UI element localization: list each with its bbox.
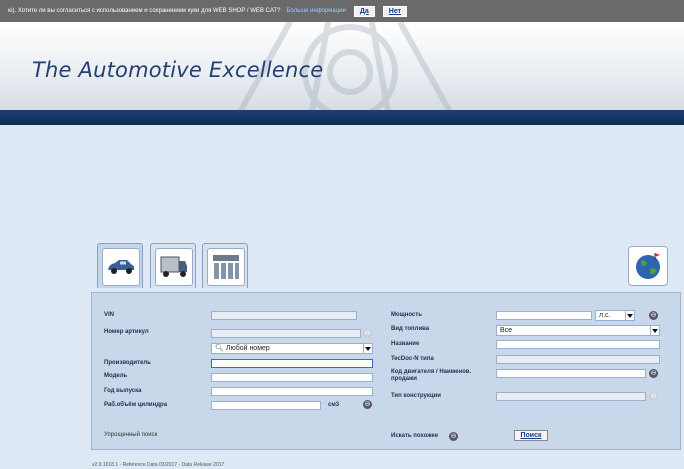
model-input[interactable] xyxy=(211,373,373,382)
engine-code-search-icon[interactable]: ⊖ xyxy=(649,369,658,378)
header-banner: The Automotive Excellence xyxy=(0,22,684,110)
tab-truck[interactable] xyxy=(150,243,196,288)
article-input[interactable] xyxy=(211,329,361,338)
truck-icon xyxy=(160,256,187,277)
construction-label: Тип конструкции xyxy=(391,393,441,399)
fuel-select[interactable]: Все xyxy=(496,325,660,336)
tecdoc-label: TecDoc-N типа xyxy=(391,356,434,362)
engine-code-label: Код двигателя / Наименов. продажи xyxy=(391,369,472,382)
power-unit-value: л.с. xyxy=(599,312,611,319)
model-label: Модель xyxy=(104,373,128,379)
displacement-search-icon[interactable]: ⊖ xyxy=(363,400,372,409)
fuel-label: Вид топлива xyxy=(391,326,430,332)
year-label: Год выпуска xyxy=(104,388,142,394)
article-type-value: Любой номер xyxy=(225,345,270,352)
globe-icon xyxy=(636,253,660,279)
page-title: The Automotive Excellence xyxy=(32,58,324,82)
cookie-text: ю). Хотите ли вы согласиться с использов… xyxy=(8,8,281,14)
car-icon xyxy=(108,260,135,274)
search-similar-label: Искать похожее xyxy=(391,433,439,439)
cookie-banner: ю). Хотите ли вы согласиться с использов… xyxy=(0,0,684,22)
tab-parts[interactable] xyxy=(202,243,248,288)
displacement-unit: см3 xyxy=(328,402,340,408)
power-label: Мощность xyxy=(391,312,422,318)
simple-search-link[interactable]: Упрощенный поиск xyxy=(104,432,157,438)
vin-label: VIN xyxy=(104,312,115,318)
fuel-value: Все xyxy=(500,327,513,334)
chevron-down-icon xyxy=(625,311,634,320)
construction-input[interactable] xyxy=(496,392,646,401)
name-label: Название xyxy=(391,341,420,347)
article-label: Номер артикул xyxy=(104,329,149,335)
tab-passenger-car[interactable] xyxy=(97,243,143,288)
displacement-input[interactable] xyxy=(211,401,321,410)
power-input[interactable] xyxy=(496,311,592,320)
article-type-select[interactable]: 🔍︎ Любой номер xyxy=(211,343,373,354)
search-similar-icon[interactable]: ⊖ xyxy=(449,432,458,441)
language-button[interactable] xyxy=(628,246,668,286)
parts-icon xyxy=(213,255,239,279)
displacement-label: Раб.объём цилиндра xyxy=(104,402,168,408)
construction-search-icon[interactable]: ⊖ xyxy=(649,392,658,401)
header-divider-bar xyxy=(0,110,684,125)
tecdoc-input[interactable] xyxy=(496,355,660,364)
search-icon: 🔍︎ xyxy=(215,345,224,352)
vin-input[interactable] xyxy=(211,311,357,320)
chevron-down-icon xyxy=(650,326,659,335)
engine-code-input[interactable] xyxy=(496,369,646,378)
power-search-icon[interactable]: ⊖ xyxy=(649,311,658,320)
article-search-icon[interactable]: ⊖ xyxy=(363,329,372,338)
search-button[interactable]: Поиск xyxy=(514,430,548,441)
chevron-down-icon xyxy=(363,344,372,353)
manufacturer-input[interactable] xyxy=(211,359,373,368)
footer-version: v2.9.1618.1 - Reference Data 03/2017 - D… xyxy=(92,462,225,468)
decline-cookies-button[interactable]: Нет xyxy=(382,5,408,17)
more-info-link[interactable]: Больше информации xyxy=(286,8,345,14)
name-input[interactable] xyxy=(496,340,660,349)
year-input[interactable] xyxy=(211,387,373,396)
manufacturer-label: Производитель xyxy=(104,360,151,366)
power-unit-select[interactable]: л.с. xyxy=(595,310,635,321)
accept-cookies-button[interactable]: Да xyxy=(353,5,375,17)
